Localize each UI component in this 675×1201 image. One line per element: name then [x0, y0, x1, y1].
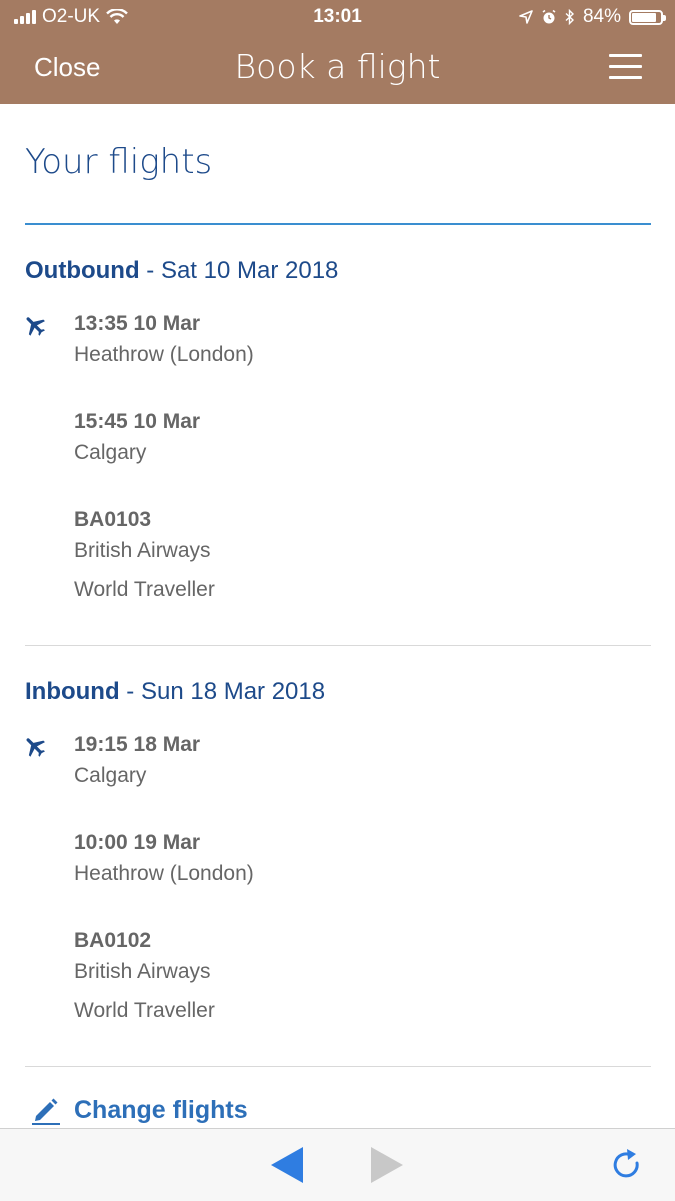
page-title: Your flights	[25, 142, 213, 182]
outbound-depart-place: Heathrow (London)	[74, 343, 254, 366]
inbound-arrive-place: Heathrow (London)	[74, 862, 254, 885]
forward-arrow-icon[interactable]	[370, 1146, 404, 1184]
airplane-icon	[26, 317, 45, 336]
alarm-icon	[542, 9, 556, 24]
outbound-flight-number: BA0103	[74, 508, 152, 531]
location-arrow-icon	[519, 10, 533, 24]
outbound-arrive-place: Calgary	[74, 441, 147, 464]
pencil-icon	[32, 1098, 60, 1125]
page-header-title: Book a flight	[234, 47, 441, 86]
battery-fill	[632, 12, 656, 22]
battery-percent: 84%	[582, 6, 621, 27]
inbound-flight-number: BA0102	[74, 929, 152, 952]
reload-icon[interactable]	[610, 1146, 644, 1184]
outbound-label: Outbound	[25, 257, 140, 284]
outbound-arrive-time: 15:45 10 Mar	[74, 410, 201, 433]
outbound-date: - Sat 10 Mar 2018	[139, 257, 339, 284]
status-bar: O2-UK 13:01 84%	[0, 0, 675, 34]
outbound-cabin: World Traveller	[74, 578, 215, 601]
menu-icon[interactable]	[609, 54, 642, 80]
change-flights-label: Change flights	[74, 1095, 248, 1124]
outbound-depart-time: 13:35 10 Mar	[74, 312, 201, 335]
inbound-arrive-time: 10:00 19 Mar	[74, 831, 201, 854]
outbound-divider	[25, 645, 651, 646]
nav-bar: Close Book a flight	[0, 34, 675, 104]
inbound-airline: British Airways	[74, 960, 211, 983]
back-arrow-icon[interactable]	[270, 1146, 304, 1184]
status-right: 84%	[519, 6, 666, 28]
outbound-airline: British Airways	[74, 539, 211, 562]
browser-toolbar	[0, 1128, 675, 1201]
battery-icon	[629, 9, 666, 25]
inbound-cabin: World Traveller	[74, 999, 215, 1022]
inbound-depart-place: Calgary	[74, 764, 147, 787]
bluetooth-icon	[565, 9, 574, 25]
outbound-header: Outbound - Sat 10 Mar 2018	[25, 257, 338, 285]
inbound-label: Inbound	[25, 678, 120, 705]
inbound-divider	[25, 1066, 651, 1067]
change-flights-link[interactable]: Change flights	[30, 1094, 248, 1126]
inbound-header: Inbound - Sun 18 Mar 2018	[25, 678, 325, 706]
inbound-depart-time: 19:15 18 Mar	[74, 733, 201, 756]
airplane-icon	[26, 738, 45, 757]
inbound-date: - Sun 18 Mar 2018	[119, 678, 326, 705]
title-divider	[25, 223, 651, 225]
